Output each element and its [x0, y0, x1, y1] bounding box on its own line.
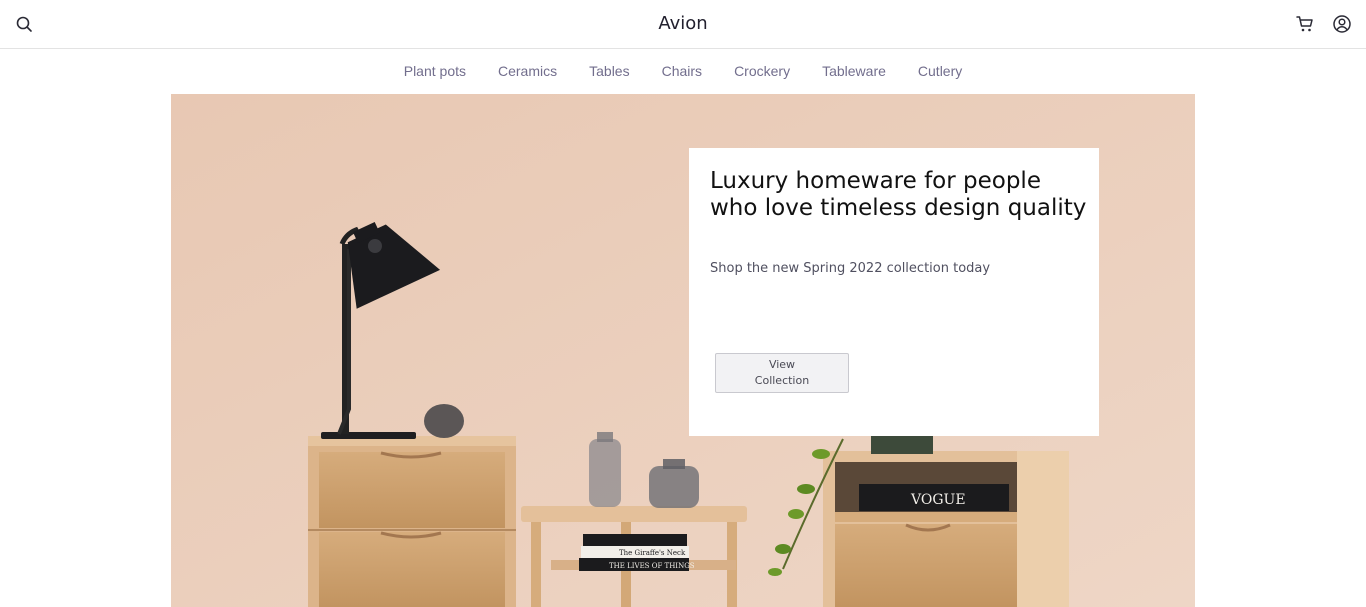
- category-link-crockery[interactable]: Crockery: [718, 49, 806, 94]
- hero-card: Luxury homeware for people who love time…: [689, 148, 1099, 436]
- brand-logo[interactable]: Avion: [0, 0, 1366, 48]
- category-link-tableware[interactable]: Tableware: [806, 49, 902, 94]
- hero-subtext: Shop the new Spring 2022 collection toda…: [710, 261, 991, 276]
- user-circle-icon[interactable]: [1332, 14, 1352, 34]
- left-cabinet: [308, 436, 516, 607]
- top-bar: Avion: [0, 0, 1366, 49]
- book-title-lives: THE LIVES OF THINGS: [609, 562, 695, 570]
- view-collection-button[interactable]: View Collection: [715, 353, 849, 393]
- right-cabinet: VOGUE: [823, 451, 1069, 607]
- cart-icon[interactable]: [1296, 15, 1314, 33]
- search-icon[interactable]: [14, 14, 34, 34]
- grey-vase: [424, 404, 464, 438]
- book-title-giraffe: The Giraffe's Neck: [619, 549, 686, 557]
- category-nav: Plant pots Ceramics Tables Chairs Crocke…: [0, 49, 1366, 94]
- hero-headline: Luxury homeware for people who love time…: [710, 168, 1087, 221]
- category-link-tables[interactable]: Tables: [573, 49, 645, 94]
- category-link-plant-pots[interactable]: Plant pots: [388, 49, 482, 94]
- category-link-ceramics[interactable]: Ceramics: [482, 49, 573, 94]
- category-link-cutlery[interactable]: Cutlery: [902, 49, 978, 94]
- category-link-chairs[interactable]: Chairs: [646, 49, 718, 94]
- book-stack: THE LIVES OF THINGS The Giraffe's Neck: [579, 534, 695, 571]
- magazine-title-vogue: VOGUE: [910, 492, 966, 508]
